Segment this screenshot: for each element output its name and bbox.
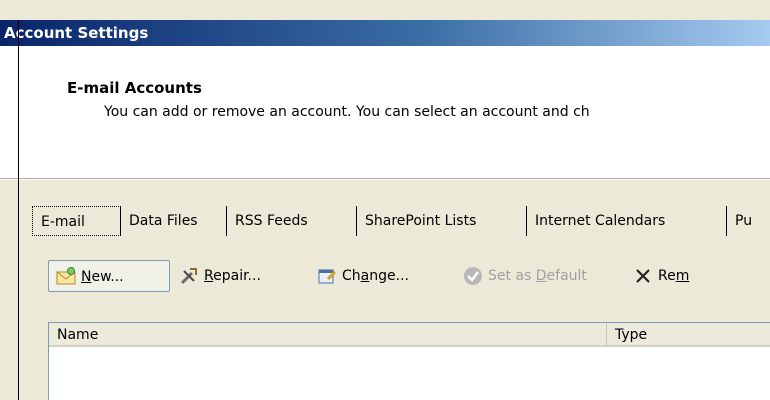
default-label-accel: D — [535, 268, 547, 284]
repair-label-accel: R — [204, 268, 214, 284]
change-button[interactable]: Change... — [316, 260, 451, 292]
repair-button[interactable]: Repair... — [178, 260, 303, 292]
new-account-button[interactable]: New... — [48, 260, 170, 292]
tab-data-files[interactable]: Data Files — [121, 206, 227, 236]
accounts-list[interactable]: Name Type — [48, 322, 770, 400]
header-divider-highlight — [0, 179, 770, 180]
column-header-name[interactable]: Name — [49, 323, 607, 347]
tab-sharepoint-lists[interactable]: SharePoint Lists — [357, 206, 527, 236]
remove-label-pre: Re — [658, 268, 676, 284]
new-label-accel: N — [81, 269, 92, 285]
change-label: nge... — [369, 268, 409, 284]
section-title: E-mail Accounts — [67, 79, 202, 97]
tab-published-calendars[interactable]: Pu — [727, 206, 770, 236]
set-default-check-icon — [464, 267, 482, 285]
window-title: Account Settings — [0, 20, 770, 46]
change-label-pre: Ch — [342, 268, 361, 284]
tab-email[interactable]: E-mail — [32, 206, 121, 236]
set-as-default-button[interactable]: Set as Default — [462, 260, 622, 292]
repair-label: epair... — [213, 268, 261, 284]
change-label-accel: a — [360, 268, 370, 284]
account-settings-window: Account Settings E-mail Accounts You can… — [0, 0, 770, 400]
section-description: You can add or remove an account. You ca… — [104, 104, 590, 120]
header-panel: E-mail Accounts You can add or remove an… — [0, 46, 770, 178]
new-label: ew... — [91, 269, 124, 285]
tab-rss-feeds[interactable]: RSS Feeds — [227, 206, 357, 236]
window-left-border — [18, 20, 19, 400]
tab-internet-calendars[interactable]: Internet Calendars — [527, 206, 727, 236]
change-account-icon — [318, 269, 337, 284]
repair-tools-icon — [180, 268, 197, 285]
remove-label-accel: m — [675, 268, 690, 284]
remove-button[interactable]: Rem — [632, 260, 770, 292]
default-label-pre: Set as — [488, 268, 536, 284]
remove-x-icon — [636, 269, 650, 283]
new-mail-icon — [56, 267, 76, 285]
default-label: efault — [546, 268, 587, 284]
column-header-type[interactable]: Type — [607, 323, 770, 347]
